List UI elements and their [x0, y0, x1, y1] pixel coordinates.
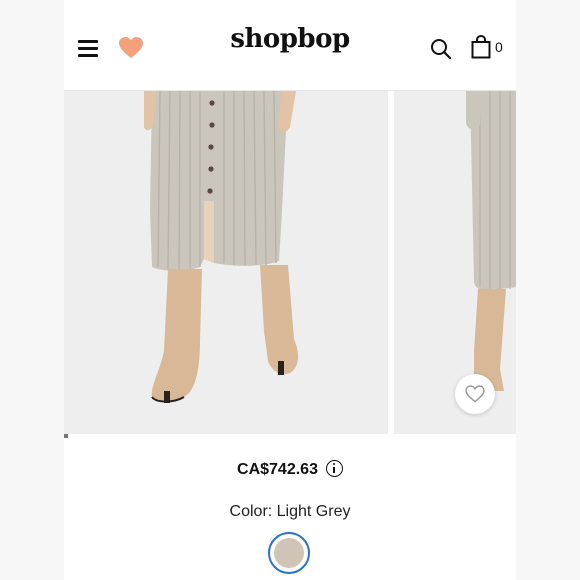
product-price: CA$742.63 [237, 461, 318, 478]
right-margin [516, 0, 580, 580]
info-icon[interactable] [325, 459, 343, 477]
product-gallery[interactable] [64, 91, 516, 434]
shopping-bag-icon[interactable] [471, 34, 493, 59]
color-swatch-light-grey[interactable] [268, 532, 310, 574]
site-header: shopbop 0 [64, 0, 516, 91]
slide-indicator[interactable] [64, 434, 68, 438]
swatch-fill [274, 538, 304, 568]
left-margin [0, 0, 64, 580]
search-icon[interactable] [430, 38, 452, 60]
app-screen: shopbop 0 CA$742.63 Color: Light Grey [64, 0, 516, 580]
product-photo-side[interactable] [394, 91, 516, 434]
product-photo-front[interactable] [64, 91, 388, 434]
price-row: CA$742.63 [64, 459, 516, 479]
bag-count: 0 [495, 39, 503, 55]
wishlist-button[interactable] [455, 374, 495, 414]
heart-outline-icon [465, 385, 485, 403]
color-label: Color: Light Grey [229, 503, 351, 520]
